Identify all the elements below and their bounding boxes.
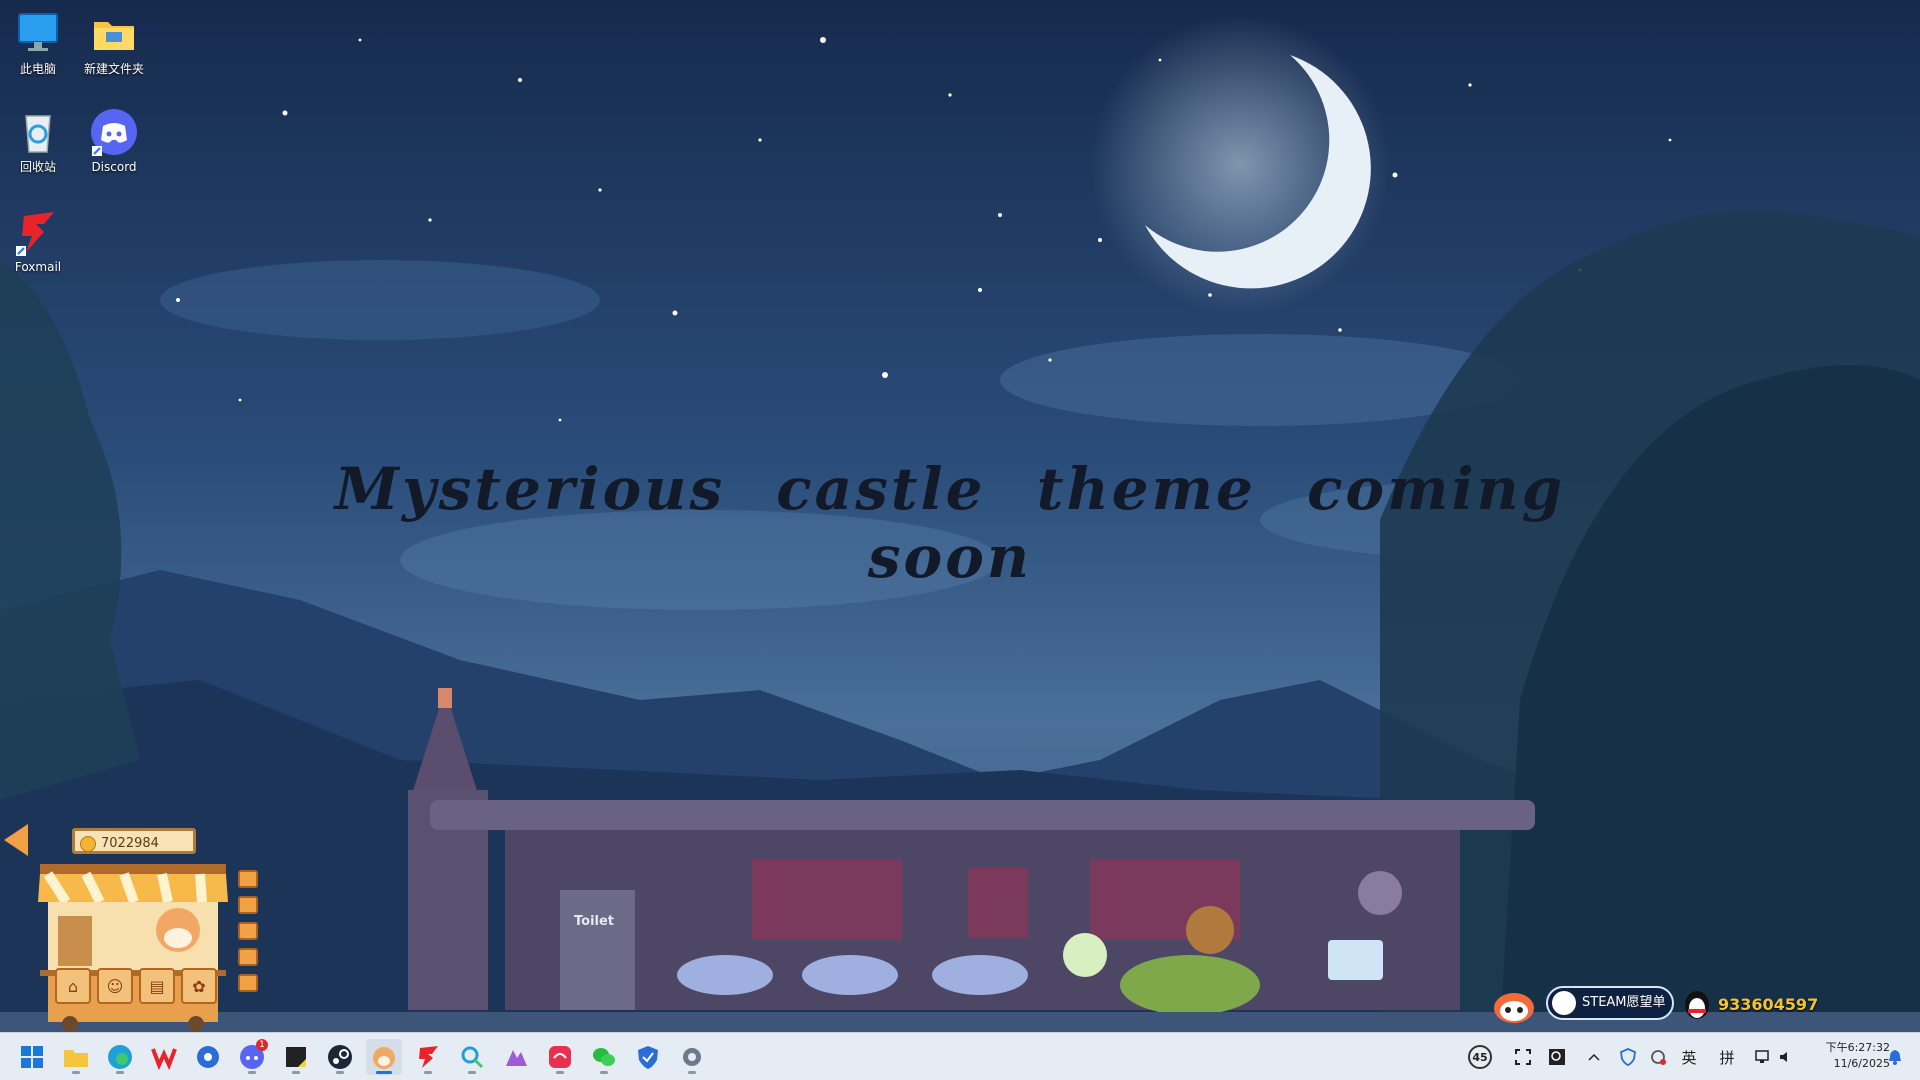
widget-shop-button[interactable] [238,974,258,992]
foxmail-icon [419,1046,438,1068]
folder-icon [90,10,138,58]
taskbar-search-app[interactable] [454,1039,490,1075]
network-icon[interactable] [1752,1043,1774,1071]
shop-tab-notes[interactable]: ▤ [139,968,175,1004]
desktop-icon-this-pc[interactable]: 此电脑 [0,10,78,76]
qq-number: 933604597 [1718,994,1819,1014]
shop-widget[interactable]: 7022984 ⌂ ☺ ▤ ✿ [0,820,270,1032]
steam-icon [328,1045,352,1069]
qq-widget[interactable]: 933604597 [1682,986,1818,1022]
taskbar-steam[interactable] [322,1039,358,1075]
settings-gear-icon [683,1048,701,1066]
steam-logo-icon [1552,991,1576,1015]
file-explorer-icon [64,1050,88,1067]
steam-wishlist-label: STEAM愿望单 [1582,995,1666,1010]
widget-minimize-button[interactable] [238,870,258,888]
discord-icon [90,108,138,156]
taskbar-discord[interactable]: 1 [234,1039,270,1075]
snip-tool-icon[interactable] [1510,1043,1536,1071]
wechat-icon [593,1048,615,1066]
show-hidden-icons-chevron-up-icon[interactable] [1582,1043,1606,1071]
wps-office-icon [151,1048,177,1070]
shop-tab-store[interactable]: ⌂ [55,968,91,1004]
desktop-icon-label: 此电脑 [19,62,56,76]
toilet-sign: Toilet [574,914,615,929]
notification-bell-icon[interactable] [1884,1043,1906,1071]
taskbar-file-explorer[interactable] [58,1039,94,1075]
shop-tab-settings[interactable]: ✿ [181,968,217,1004]
desktop-icon-recycle-bin[interactable]: 回收站 [0,108,78,174]
start-button[interactable] [14,1039,50,1075]
blue-app-icon [197,1046,219,1068]
taskbar-edge[interactable] [102,1039,138,1075]
taskbar-cat-game[interactable] [366,1039,402,1075]
widget-collapse-button[interactable] [238,896,258,914]
widget-zoom-in-button[interactable] [238,922,258,940]
taskbar-shield-app[interactable] [630,1039,666,1075]
clock-time: 下午6:27:32 [1825,1041,1890,1054]
shield-app-icon [638,1046,658,1069]
desktop-icon-label: Discord [91,160,137,174]
search-tray-icon[interactable] [1544,1043,1570,1071]
taskbar-wechat[interactable] [586,1039,622,1075]
desktop-icon-label: Foxmail [14,260,62,274]
temperature-badge[interactable]: 45 [1466,1043,1494,1071]
ime-mode-toggle[interactable]: 拼 [1714,1043,1740,1071]
widget-zoom-out-button[interactable] [238,948,258,966]
desktop-icon-label: 回收站 [19,160,56,174]
recycle-bin-icon [14,108,62,156]
shop-tab-pets[interactable]: ☺ [97,968,133,1004]
search-app-icon [461,1046,484,1069]
red-app-icon [549,1046,571,1068]
taskbar-arc-app[interactable] [498,1039,534,1075]
steam-wishlist-button[interactable]: STEAM愿望单 [1546,986,1674,1020]
mascot-icon[interactable] [1492,986,1536,1024]
taskbar-red-app[interactable] [542,1039,578,1075]
desktop-icon-discord[interactable]: Discord [74,108,154,174]
system-clock[interactable]: 下午6:27:32 11/6/2025 [1790,1040,1890,1072]
edge-browser-icon [108,1045,132,1069]
taskbar-sticky-notes[interactable] [278,1039,314,1075]
sticky-notes-icon [286,1047,306,1067]
taskbar-blue-app[interactable] [190,1039,226,1075]
arc-app-icon [506,1050,527,1066]
desktop-icon-new-folder[interactable]: 新建文件夹 [74,10,154,76]
foxmail-icon [14,208,62,256]
ime-language-toggle[interactable]: 英 [1676,1043,1702,1071]
taskbar-settings[interactable] [674,1039,710,1075]
sync-tray-icon[interactable] [1646,1043,1670,1071]
desktop-icon-foxmail[interactable]: Foxmail [0,208,78,274]
desktop-icon-label: 新建文件夹 [83,62,144,76]
security-shield-icon[interactable] [1616,1043,1640,1071]
notification-badge: 1 [256,1039,268,1051]
temperature-value: 45 [1468,1045,1492,1069]
cat-game-icon [373,1047,395,1069]
qq-penguin-icon [1685,991,1709,1019]
wallpaper-headline: Mysterious castle theme coming soon [334,455,1566,591]
clock-date: 11/6/2025 [1833,1057,1890,1070]
taskbar-foxmail[interactable] [410,1039,446,1075]
taskbar-wps[interactable] [146,1039,182,1075]
monitor-icon [14,10,62,58]
start-icon [21,1046,43,1068]
taskbar: 1 45 英 拼 下午6:27:32 11/6/2025 [0,1032,1920,1080]
